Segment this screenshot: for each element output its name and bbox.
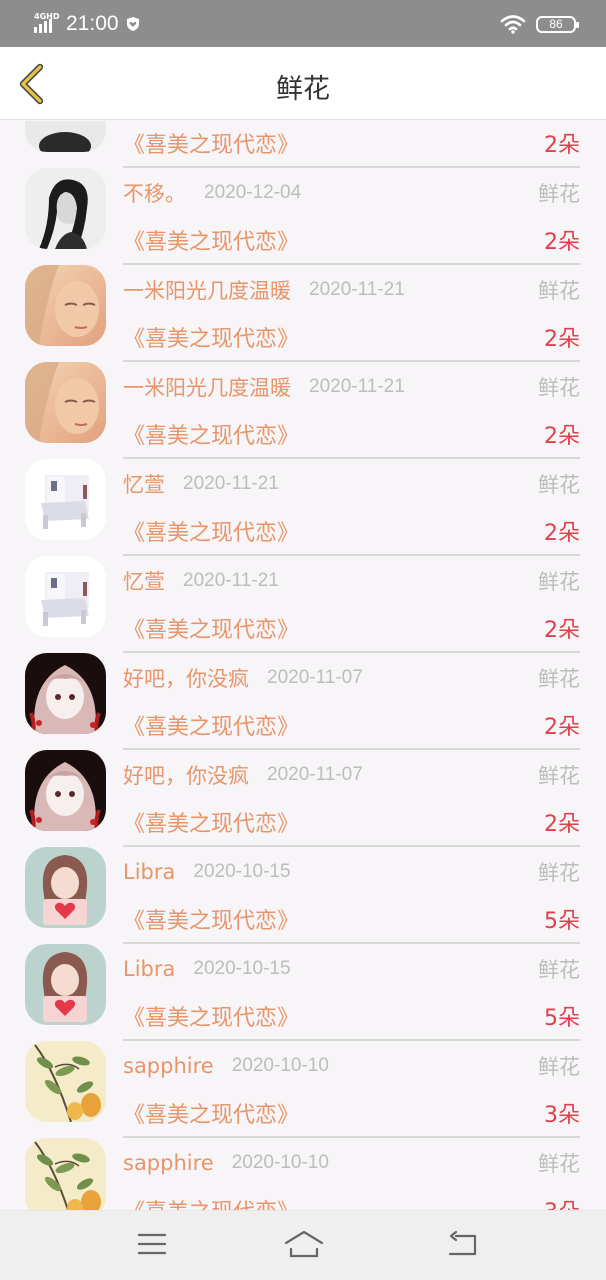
menu-button[interactable] <box>135 1229 169 1259</box>
avatar[interactable] <box>25 556 106 637</box>
list-item[interactable]: 不移。 2020-12-04 鲜花 《喜美之现代恋》 2朵 <box>0 151 606 265</box>
gift-date: 2020-10-10 <box>231 1055 329 1076</box>
row-top: 一米阳光几度温暖 2020-11-21 鲜花 <box>123 275 580 305</box>
gift-date: 2020-11-07 <box>267 764 363 785</box>
gift-type: 鲜花 <box>538 958 580 982</box>
list-item[interactable]: Libra 2020-10-15 鲜花 《喜美之现代恋》 5朵 <box>0 927 606 1041</box>
avatar <box>25 121 106 152</box>
status-time: 21:00 <box>66 12 119 35</box>
gift-type: 鲜花 <box>538 376 580 400</box>
avatar[interactable] <box>25 265 106 346</box>
user-name[interactable]: 好吧，你没疯 <box>123 663 249 693</box>
avatar[interactable] <box>25 168 106 249</box>
avatar[interactable] <box>25 1138 106 1210</box>
avatar[interactable] <box>25 944 106 1025</box>
row-top: 不移。 2020-12-04 鲜花 <box>123 178 580 208</box>
menu-icon <box>137 1233 167 1255</box>
gift-date: 2020-11-21 <box>183 473 279 494</box>
user-name[interactable]: 忆萱 <box>123 469 165 499</box>
gift-type: 鲜花 <box>538 667 580 691</box>
avatar[interactable] <box>25 1041 106 1122</box>
app-header: 鲜花 <box>0 47 606 120</box>
user-name[interactable]: sapphire <box>123 1054 214 1078</box>
gift-type: 鲜花 <box>538 764 580 788</box>
user-name[interactable]: 一米阳光几度温暖 <box>123 275 291 305</box>
list-item[interactable]: 忆萱 2020-11-21 鲜花 《喜美之现代恋》 2朵 <box>0 539 606 653</box>
gift-type: 鲜花 <box>538 861 580 885</box>
row-top: 忆萱 2020-11-21 鲜花 <box>123 469 580 499</box>
list-item-partial[interactable]: 《喜美之现代恋》 2朵 <box>0 121 606 168</box>
gift-date: 2020-10-15 <box>193 861 291 882</box>
avatar[interactable] <box>25 362 106 443</box>
gift-type: 鲜花 <box>538 279 580 303</box>
row-top: Libra 2020-10-15 鲜花 <box>123 954 580 984</box>
row-top: 好吧，你没疯 2020-11-07 鲜花 <box>123 663 580 693</box>
system-nav-bar <box>0 1210 606 1280</box>
status-bar: 4GHD 21:00 86 <box>0 0 606 47</box>
gift-type: 鲜花 <box>538 1152 580 1176</box>
list-item[interactable]: 一米阳光几度温暖 2020-11-21 鲜花 《喜美之现代恋》 2朵 <box>0 248 606 362</box>
gift-type: 鲜花 <box>538 570 580 594</box>
avatar[interactable] <box>25 750 106 831</box>
list-item[interactable]: 忆萱 2020-11-21 鲜花 《喜美之现代恋》 2朵 <box>0 442 606 556</box>
user-name[interactable]: 不移。 <box>123 178 186 208</box>
status-left: 4GHD 21:00 <box>32 10 141 38</box>
page-title: 鲜花 <box>276 74 330 105</box>
list-item[interactable]: sapphire2020-10-10鲜花《喜美之现代恋》3朵 <box>0 1024 606 1138</box>
shield-icon <box>126 17 139 31</box>
gift-date: 2020-10-15 <box>193 958 291 979</box>
list-item[interactable]: 好吧，你没疯 2020-11-07 鲜花 《喜美之现代恋》 2朵 <box>0 733 606 847</box>
user-name[interactable]: Libra <box>123 860 175 884</box>
gift-date: 2020-10-10 <box>231 1152 329 1173</box>
status-right: 86 <box>500 12 579 36</box>
home-icon <box>284 1230 324 1258</box>
signal-icon: 4GHD <box>32 12 60 35</box>
back-nav-button[interactable] <box>446 1229 480 1259</box>
row-top: sapphire 2020-10-10 鲜花 <box>123 1051 580 1081</box>
avatar[interactable] <box>25 459 106 540</box>
gift-list-content: 《喜美之现代恋》 2朵 不移。 2020-12-04 鲜花 《喜美之现代恋》 2朵 一米阳… <box>0 121 606 1210</box>
gift-type: 鲜花 <box>538 473 580 497</box>
list-item[interactable]: 好吧，你没疯 2020-11-07 鲜花 《喜美之现代恋》 2朵 <box>0 636 606 750</box>
gift-date: 2020-11-21 <box>309 376 405 397</box>
battery-level: 86 <box>549 17 563 31</box>
gift-date: 2020-11-21 <box>309 279 405 300</box>
gift-date: 2020-11-21 <box>183 570 279 591</box>
user-name[interactable]: 好吧，你没疯 <box>123 760 249 790</box>
gift-type: 鲜花 <box>538 1055 580 1079</box>
list-item[interactable]: sapphire 2020-10-10 鲜花《喜美之现代恋》 3朵 <box>0 1121 606 1210</box>
book-title[interactable]: 《喜美之现代恋》 <box>123 1194 299 1210</box>
avatar[interactable] <box>25 653 106 734</box>
wifi-icon <box>500 15 526 34</box>
avatar[interactable] <box>25 847 106 928</box>
row-top: 一米阳光几度温暖 2020-11-21 鲜花 <box>123 372 580 402</box>
row-top: sapphire 2020-10-10 鲜花 <box>123 1148 580 1178</box>
row-bottom: 《喜美之现代恋》 3朵 <box>123 1194 580 1210</box>
row-top: Libra 2020-10-15 鲜花 <box>123 857 580 887</box>
gift-date: 2020-12-04 <box>204 182 302 203</box>
gift-list[interactable]: 《喜美之现代恋》 2朵 不移。 2020-12-04 鲜花 《喜美之现代恋》 2朵 一米阳… <box>0 121 606 1210</box>
gift-date: 2020-11-07 <box>267 667 363 688</box>
row-top: 忆萱 2020-11-21 鲜花 <box>123 566 580 596</box>
gift-count: 3朵 <box>544 1194 580 1210</box>
battery-icon: 86 <box>536 15 579 33</box>
user-name[interactable]: sapphire <box>123 1151 214 1175</box>
user-name[interactable]: 一米阳光几度温暖 <box>123 372 291 402</box>
home-button[interactable] <box>284 1229 324 1259</box>
user-name[interactable]: 忆萱 <box>123 566 165 596</box>
back-icon <box>448 1230 477 1256</box>
row-top: 好吧，你没疯 2020-11-07 鲜花 <box>123 760 580 790</box>
user-name[interactable]: Libra <box>123 957 175 981</box>
gift-type: 鲜花 <box>538 182 580 206</box>
list-item[interactable]: Libra 2020-10-15 鲜花 《喜美之现代恋》 5朵 <box>0 830 606 944</box>
list-item[interactable]: 一米阳光几度温暖 2020-11-21 鲜花 《喜美之现代恋》 2朵 <box>0 345 606 459</box>
